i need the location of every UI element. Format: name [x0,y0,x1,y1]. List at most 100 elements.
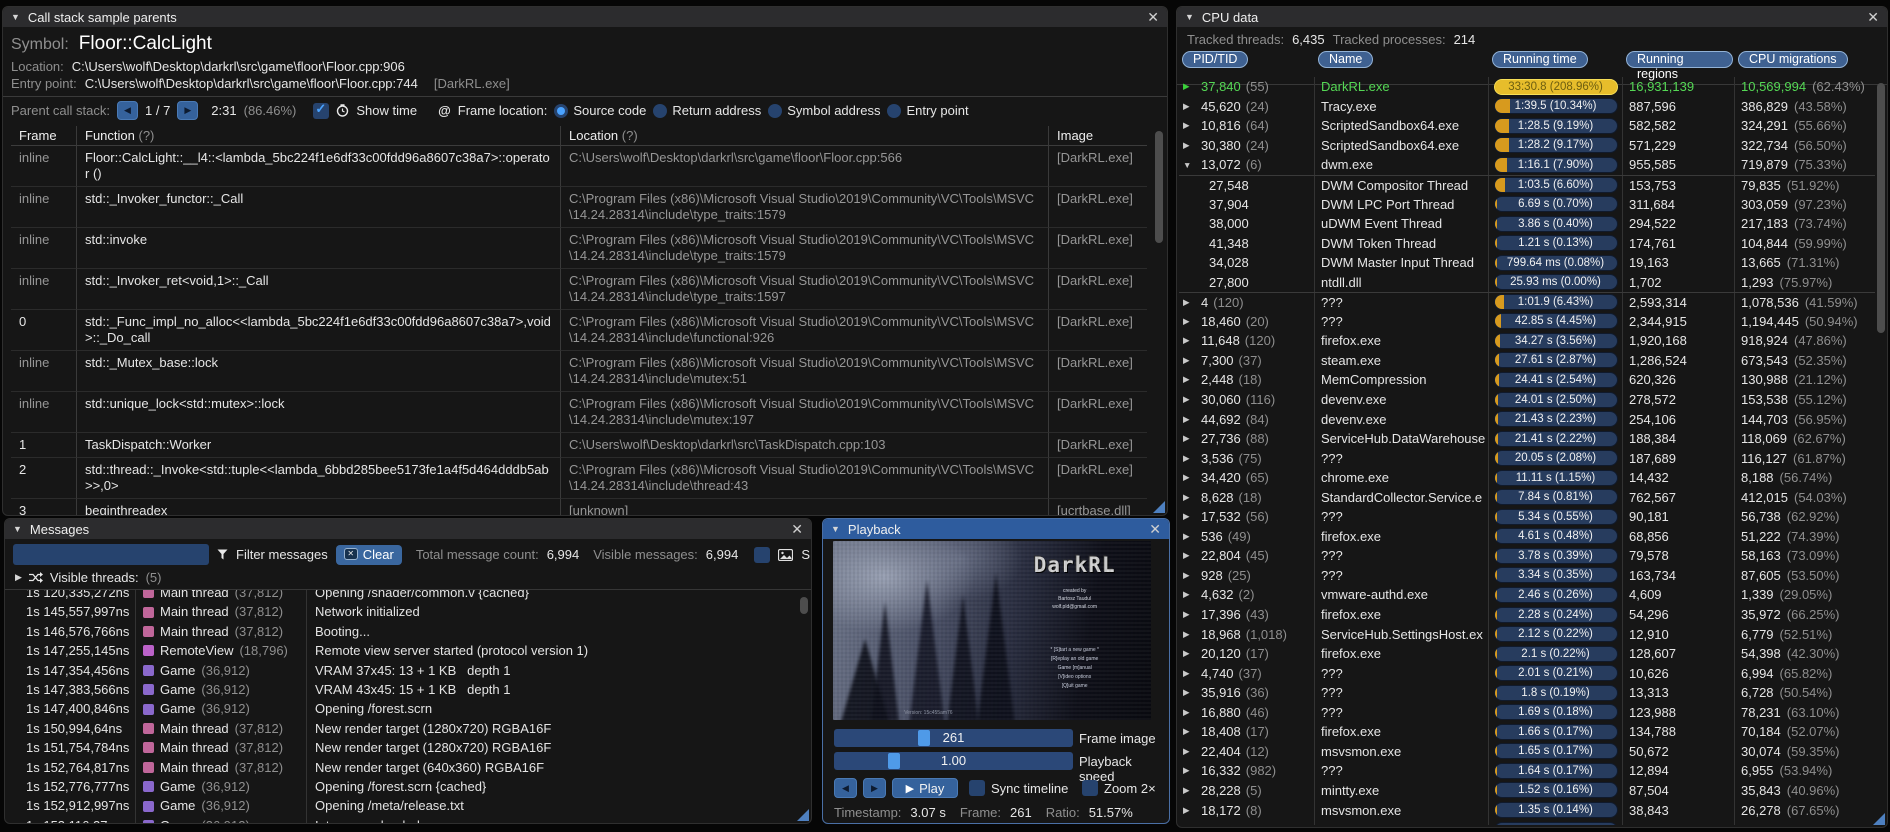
cpu-row[interactable]: ▶ 22,804 (45)??? 3.78 s (0.39%) 79,578 58,163… [1179,546,1875,566]
cpu-row[interactable]: 38,000 uDWM Event Thread 3.86 s (0.40%) 294… [1179,213,1875,234]
message-row[interactable]: 1s 146,576,766ns Main thread (37,812) Booti… [5,621,811,642]
function-cell[interactable]: Floor::CalcLight::__l4::<lambda_5bc224f1… [77,146,561,187]
step-forward-button[interactable]: ▶ [863,778,886,798]
cpu-row[interactable]: ▶ 22,404 (12) msvsmon.exe 1.65 s (0.17%) 50,6… [1179,741,1875,762]
col-running-regions[interactable]: Running regions [1626,51,1733,81]
callstack-table-row[interactable]: 2 std::thread::_Invoke<std::tuple<<lambda… [11,458,1147,499]
playback-titlebar[interactable]: ▼ Playback ✕ [823,519,1169,539]
message-row[interactable]: 1s 147,354,456ns Game (36,912) VRAM 37x45: … [5,660,811,680]
callstack-table-row[interactable]: inline std::unique_lock<std::mutex>::lock… [11,392,1147,433]
expand-row-icon[interactable]: ▶ [1183,824,1196,825]
expand-row-icon[interactable]: ▶ [1183,589,1196,600]
col-running-time[interactable]: Running time [1492,51,1588,68]
cpu-row[interactable]: ▶ 30,060 (116) devenv.exe 24.01 s (2.50%) 278… [1179,389,1875,410]
message-row[interactable]: 1s 152,912,997ns Game (36,912) Opening /met… [5,796,811,816]
expand-row-icon[interactable]: ▶ [1183,726,1196,737]
show-images-checkbox[interactable] [754,546,771,563]
expand-row-icon[interactable]: ▶ [1183,81,1196,92]
callstack-table-row[interactable]: inline std::_Mutex_base::lock C:\Program F… [11,351,1147,392]
zoom-2x-checkbox[interactable]: Zoom 2× [1082,780,1156,796]
cpu-row[interactable]: ▶ [1179,819,1875,825]
expand-row-icon[interactable]: ▶ [1183,414,1196,425]
messages-titlebar[interactable]: ▼ Messages ✕ [5,519,811,539]
collapse-icon[interactable]: ▼ [1185,12,1194,22]
cpu-row[interactable]: 27,548 DWM Compositor Thread 1:03.5 (6.60%… [1179,174,1875,195]
show-time-checkbox[interactable] [313,101,330,119]
col-name[interactable]: Name [1318,51,1374,68]
step-back-button[interactable]: ◀ [834,778,857,798]
expand-row-icon[interactable]: ▶ [1183,687,1196,698]
expand-row-icon[interactable]: ▶ [1183,120,1196,131]
callstack-table-row[interactable]: inline Floor::CalcLight::__l4::<lambda_5b… [11,146,1147,187]
expand-row-icon[interactable]: ▶ [1183,668,1196,679]
cpu-row[interactable]: ▶ 34,420 (65) chrome.exe 11.11 s (1.15%) 14,4… [1179,467,1875,488]
message-row[interactable]: 1s 151,754,784ns Main thread (37,812) New r… [5,738,811,758]
close-icon[interactable]: ✕ [1147,10,1159,24]
cpu-row[interactable]: ▶ 28,228 (5) mintty.exe 1.52 s (0.16%) 87,504… [1179,780,1875,801]
function-cell[interactable]: std::_Func_impl_no_alloc<<lambda_5bc224f… [77,310,561,351]
collapse-icon[interactable]: ▼ [11,12,20,22]
cpu-row[interactable]: ▶ 27,736 (88) ServiceHub.DataWarehouse 21.41… [1179,428,1875,449]
expand-row-icon[interactable]: ▶ [1183,785,1196,796]
expand-row-icon[interactable]: ▶ [1183,648,1196,659]
message-row[interactable]: 1s 147,255,145ns RemoteView (18,796) Remote… [5,641,811,661]
close-icon[interactable]: ✕ [791,522,803,536]
expand-row-icon[interactable]: ▶ [1183,297,1196,308]
radio-symbol-address[interactable]: Symbol address [768,103,880,118]
scrollbar-thumb[interactable] [1155,131,1163,243]
function-cell[interactable]: std::unique_lock<std::mutex>::lock [77,392,561,433]
resize-grip[interactable] [1873,813,1885,825]
message-row[interactable]: 1s 147,383,566ns Game (36,912) VRAM 43x45: … [5,679,811,700]
callstack-table-row[interactable]: 1 TaskDispatch::Worker C:\Users\wolf\Deskt… [11,433,1147,458]
col-cpu-migrations[interactable]: CPU migrations [1738,51,1848,68]
message-row[interactable]: 1s 150,994,64ns Main thread (37,812) New re… [5,718,811,739]
message-row[interactable]: 1s 147,400,846ns Game (36,912) Opening /for… [5,699,811,719]
message-row[interactable]: 1s 120,335,272ns Main thread (37,812) Openi… [5,590,811,603]
expand-row-icon[interactable]: ▶ [1183,765,1196,776]
cpu-row[interactable]: 34,028 DWM Master Input Thread 799.64 ms (… [1179,252,1875,273]
col-pid-tid[interactable]: PID/TID [1182,51,1249,68]
expand-row-icon[interactable]: ▶ [1183,101,1196,112]
expand-row-icon[interactable]: ▶ [1183,492,1196,503]
collapse-row-icon[interactable]: ▼ [1183,160,1196,170]
messages-scrollbar[interactable] [800,597,808,817]
cpu-row[interactable]: ▶ 30,380 (24) ScriptedSandbox64.exe 1:28.2 (… [1179,135,1875,156]
scrollbar-thumb[interactable] [1877,83,1885,333]
sync-timeline-checkbox[interactable]: Sync timeline [969,780,1068,796]
prev-callstack-button[interactable]: ◀ [117,101,138,120]
callstack-table-row[interactable]: 0 std::_Func_impl_no_alloc<<lambda_5bc224… [11,310,1147,351]
close-icon[interactable]: ✕ [1149,522,1161,536]
function-cell[interactable]: std::invoke [77,228,561,269]
callstack-table-row[interactable]: inline std::_Invoker_functor::_Call C:\Pro… [11,187,1147,228]
col-frame[interactable]: Frame [11,126,77,146]
radio-return-address[interactable]: Return address [653,103,761,118]
radio-source-code[interactable]: Source code [554,103,646,118]
expand-row-icon[interactable]: ▶ [1183,472,1196,483]
expand-row-icon[interactable]: ▶ [1183,316,1196,327]
function-cell[interactable]: std::_Mutex_base::lock [77,351,561,392]
callstack-scrollbar[interactable] [1155,127,1163,509]
expand-row-icon[interactable]: ▶ [1183,355,1196,366]
cpu-row[interactable]: ▶ 4 (120)??? 1:01.9 (6.43%) 2,593,314 1,078,5… [1179,292,1875,312]
cpu-row[interactable]: ▶ 3,536 (75)??? 20.05 s (2.08%) 187,689 116,1… [1179,448,1875,468]
clear-button[interactable]: ✕ Clear [335,544,402,565]
frame-image-slider[interactable]: 261 [834,729,1073,747]
cpu-row[interactable]: ▶ 16,332 (982)??? 1.64 s (0.17%) 12,894 6,955… [1179,761,1875,781]
collapse-icon[interactable]: ▼ [831,524,840,534]
cpu-row[interactable]: ▶ 18,968 (1,018) ServiceHub.SettingsHost.ex… [1179,624,1875,644]
cpu-row[interactable]: ▼ 13,072 (6) dwm.exe 1:16.1 (7.90%) 955,585 71… [1179,155,1875,175]
resize-grip[interactable] [1153,501,1165,513]
expand-row-icon[interactable]: ▶ [1183,453,1196,464]
cpu-row[interactable]: ▶ 18,460 (20)??? 42.85 s (4.45%) 2,344,915 1,… [1179,311,1875,332]
function-cell[interactable]: beginthreadex [77,499,561,515]
callstack-titlebar[interactable]: ▼ Call stack sample parents ✕ [3,7,1167,27]
callstack-table-row[interactable]: inline std::invoke C:\Program Files (x86)\… [11,228,1147,269]
expand-row-icon[interactable]: ▶ [1183,609,1196,620]
scrollbar-thumb[interactable] [800,597,808,614]
expand-row-icon[interactable]: ▶ [1183,394,1196,405]
play-button[interactable]: ▶ Play [892,778,958,798]
cpu-row[interactable]: ▶ 35,916 (36)??? 1.8 s (0.19%) 13,313 6,728 (5… [1179,682,1875,703]
message-row[interactable]: 1s 152,776,777ns Game (36,912) Opening /for… [5,776,811,797]
col-image[interactable]: Image [1049,126,1147,146]
expand-row-icon[interactable]: ▶ [1183,335,1196,346]
